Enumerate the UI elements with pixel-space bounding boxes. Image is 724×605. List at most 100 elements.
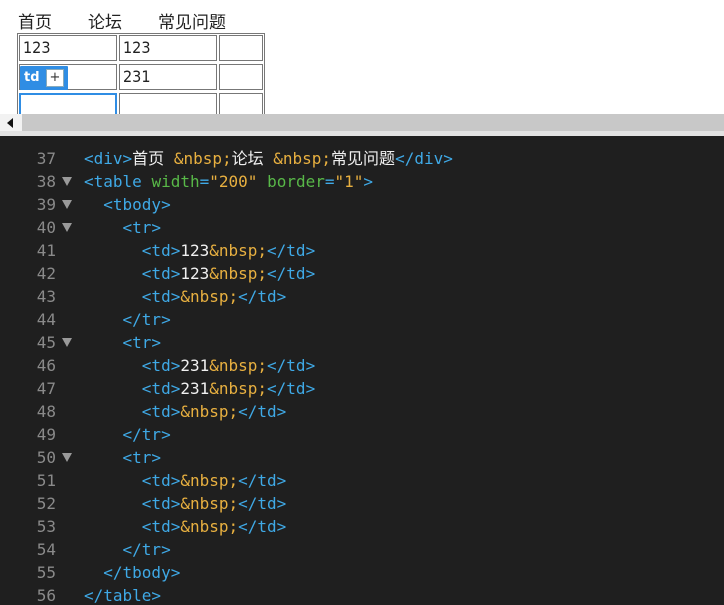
code-text[interactable]: <td>123&nbsp;</td> bbox=[84, 262, 315, 285]
code-text[interactable]: <td>&nbsp;</td> bbox=[84, 492, 287, 515]
code-line[interactable]: 56 </table> bbox=[0, 584, 724, 605]
code-text[interactable]: <td>&nbsp;</td> bbox=[84, 285, 287, 308]
code-editor[interactable]: 37 <div>首页 &nbsp;论坛 &nbsp;常见问题</div> 38 <ta… bbox=[0, 136, 724, 605]
code-text[interactable]: <tbody> bbox=[84, 193, 170, 216]
code-line[interactable]: 40 <tr> bbox=[0, 216, 724, 239]
code-line[interactable]: 51 <td>&nbsp;</td> bbox=[0, 469, 724, 492]
code-token-tag: </tr> bbox=[122, 425, 171, 444]
code-text[interactable]: </table> bbox=[84, 584, 161, 605]
code-text[interactable]: <div>首页 &nbsp;论坛 &nbsp;常见问题</div> bbox=[84, 147, 453, 170]
nav-faq: 常见问题 bbox=[158, 13, 226, 33]
scroll-left-button[interactable] bbox=[0, 114, 22, 131]
fold-arrow-icon[interactable] bbox=[62, 338, 72, 347]
horizontal-scrollbar[interactable] bbox=[0, 114, 724, 131]
fold-arrow-icon[interactable] bbox=[62, 177, 72, 186]
code-line[interactable]: 54 </tr> bbox=[0, 538, 724, 561]
code-token-ent: &nbsp; bbox=[209, 241, 268, 260]
code-token-tag: </td> bbox=[267, 241, 316, 260]
code-text[interactable]: <td>123&nbsp;</td> bbox=[84, 239, 315, 262]
code-line[interactable]: 49 </tr> bbox=[0, 423, 724, 446]
code-line[interactable]: 39 <tbody> bbox=[0, 193, 724, 216]
line-number: 43 bbox=[36, 287, 56, 306]
code-line[interactable]: 44 </tr> bbox=[0, 308, 724, 331]
code-text[interactable]: <tr> bbox=[84, 331, 162, 354]
code-line[interactable]: 46 <td>231&nbsp;</td> bbox=[0, 354, 724, 377]
code-token-tag: <div> bbox=[84, 149, 133, 168]
add-element-button[interactable]: + bbox=[46, 69, 64, 87]
code-text[interactable]: </tbody> bbox=[84, 561, 180, 584]
code-text[interactable]: <td>231&nbsp;</td> bbox=[84, 354, 315, 377]
code-token-txt: 常见问题 bbox=[331, 149, 396, 168]
code-line[interactable]: 38 <table width="200" border="1"> bbox=[0, 170, 724, 193]
table-cell[interactable]: 123 bbox=[19, 35, 117, 61]
code-token-tag: <td> bbox=[141, 517, 181, 536]
line-number: 54 bbox=[36, 540, 56, 559]
code-token-tag: <td> bbox=[141, 241, 181, 260]
code-line[interactable]: 55 </tbody> bbox=[0, 561, 724, 584]
code-line[interactable]: 45 <tr> bbox=[0, 331, 724, 354]
code-token-txt: 231 bbox=[180, 356, 210, 375]
code-text[interactable]: <td>&nbsp;</td> bbox=[84, 400, 287, 423]
code-line[interactable]: 53 <td>&nbsp;</td> bbox=[0, 515, 724, 538]
code-line[interactable]: 47 <td>231&nbsp;</td> bbox=[0, 377, 724, 400]
code-token-txt: 123 bbox=[180, 241, 210, 260]
code-token-str: "200" bbox=[209, 172, 258, 191]
code-line[interactable]: 42 <td>123&nbsp;</td> bbox=[0, 262, 724, 285]
code-token-tag: > bbox=[363, 172, 374, 191]
code-token-str: "1" bbox=[334, 172, 364, 191]
table-cell[interactable] bbox=[219, 64, 263, 90]
scrollbar-thumb[interactable] bbox=[22, 114, 724, 131]
td-element-badge[interactable]: td + bbox=[20, 66, 68, 90]
line-number: 52 bbox=[36, 494, 56, 513]
code-token-tag: </tr> bbox=[122, 310, 171, 329]
code-token-tag: </tr> bbox=[122, 540, 171, 559]
code-line[interactable]: 43 <td>&nbsp;</td> bbox=[0, 285, 724, 308]
table-cell[interactable] bbox=[119, 93, 217, 114]
line-number: 53 bbox=[36, 517, 56, 536]
fold-arrow-icon[interactable] bbox=[62, 200, 72, 209]
code-text[interactable]: </tr> bbox=[84, 423, 171, 446]
table-cell[interactable] bbox=[219, 93, 263, 114]
code-token-tag: <td> bbox=[141, 287, 181, 306]
nav-home: 首页 bbox=[18, 13, 52, 33]
table-cell-highlighted[interactable] bbox=[19, 93, 117, 114]
code-text[interactable]: <td>231&nbsp;</td> bbox=[84, 377, 315, 400]
table-cell[interactable] bbox=[219, 35, 263, 61]
fold-arrow-icon[interactable] bbox=[62, 453, 72, 462]
code-token-tag: </td> bbox=[267, 379, 316, 398]
line-number: 45 bbox=[36, 333, 56, 352]
code-token-tag: <td> bbox=[141, 494, 181, 513]
code-line[interactable]: 48 <td>&nbsp;</td> bbox=[0, 400, 724, 423]
code-line[interactable]: 50 <tr> bbox=[0, 446, 724, 469]
code-text[interactable]: <tr> bbox=[84, 446, 162, 469]
line-number: 38 bbox=[36, 172, 56, 191]
code-text[interactable]: <table width="200" border="1"> bbox=[84, 170, 373, 193]
code-text[interactable]: </tr> bbox=[84, 308, 171, 331]
code-text[interactable]: <td>&nbsp;</td> bbox=[84, 469, 287, 492]
code-token-tag: <td> bbox=[141, 402, 181, 421]
table-cell[interactable]: 123 bbox=[119, 35, 217, 61]
table-cell[interactable]: 231 bbox=[119, 64, 217, 90]
design-preview-pane[interactable]: 首页 论坛 常见问题 123 123 231 td + bbox=[0, 0, 724, 114]
line-number: 40 bbox=[36, 218, 56, 237]
code-token-tag: <tr> bbox=[122, 448, 162, 467]
code-text[interactable]: <tr> bbox=[84, 216, 162, 239]
line-number: 55 bbox=[36, 563, 56, 582]
fold-arrow-icon[interactable] bbox=[62, 223, 72, 232]
code-token-tag: <td> bbox=[141, 356, 181, 375]
code-token-tag: <tr> bbox=[122, 333, 162, 352]
code-line[interactable]: 52 <td>&nbsp;</td> bbox=[0, 492, 724, 515]
code-text[interactable]: </tr> bbox=[84, 538, 171, 561]
code-text[interactable]: <td>&nbsp;</td> bbox=[84, 515, 287, 538]
code-line[interactable]: 41 <td>123&nbsp;</td> bbox=[0, 239, 724, 262]
code-line[interactable]: 37 <div>首页 &nbsp;论坛 &nbsp;常见问题</div> bbox=[0, 147, 724, 170]
code-token-tag: <td> bbox=[141, 379, 181, 398]
